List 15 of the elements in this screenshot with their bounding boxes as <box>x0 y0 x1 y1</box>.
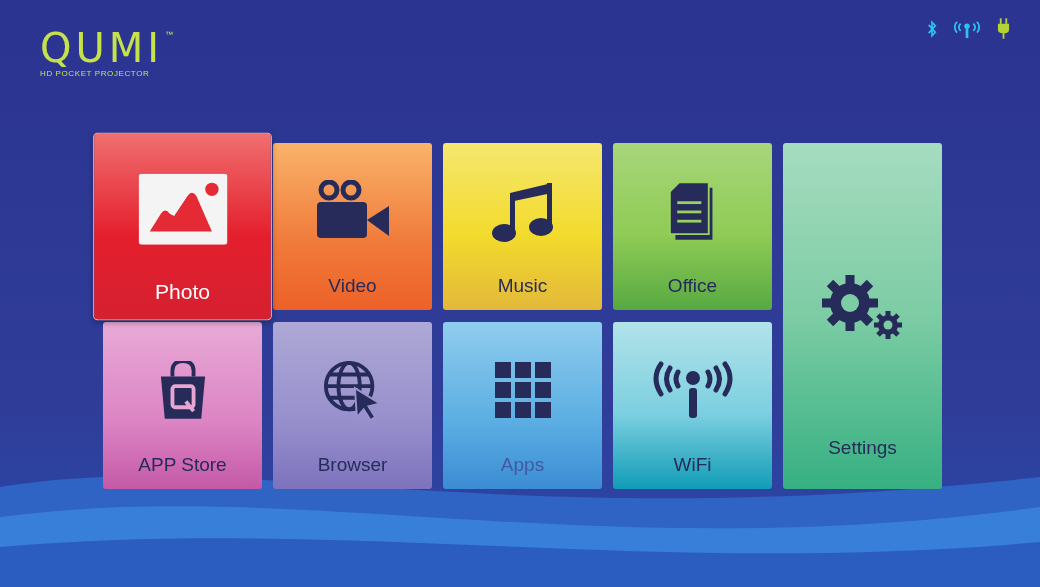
wireless-signal-icon <box>951 18 983 39</box>
trademark-mark: ™ <box>165 30 174 39</box>
app-tile[interactable]: WiFi <box>613 322 772 489</box>
app-tile[interactable]: Video <box>273 143 432 310</box>
gears-icon <box>821 273 904 342</box>
app-tile[interactable]: Photo <box>94 133 271 320</box>
app-tile[interactable]: Settings <box>783 143 942 489</box>
app-tile[interactable]: Office <box>613 143 772 310</box>
app-tile[interactable]: Browser <box>273 322 432 489</box>
logo-wordmark: QUMI <box>40 30 164 66</box>
logo-tagline: HD POCKET PROJECTOR <box>40 69 151 78</box>
plug-icon <box>997 18 1010 39</box>
bluetooth-icon <box>927 19 937 38</box>
app-tile[interactable]: Music <box>443 143 602 310</box>
app-tile[interactable]: APP Store <box>103 322 262 489</box>
